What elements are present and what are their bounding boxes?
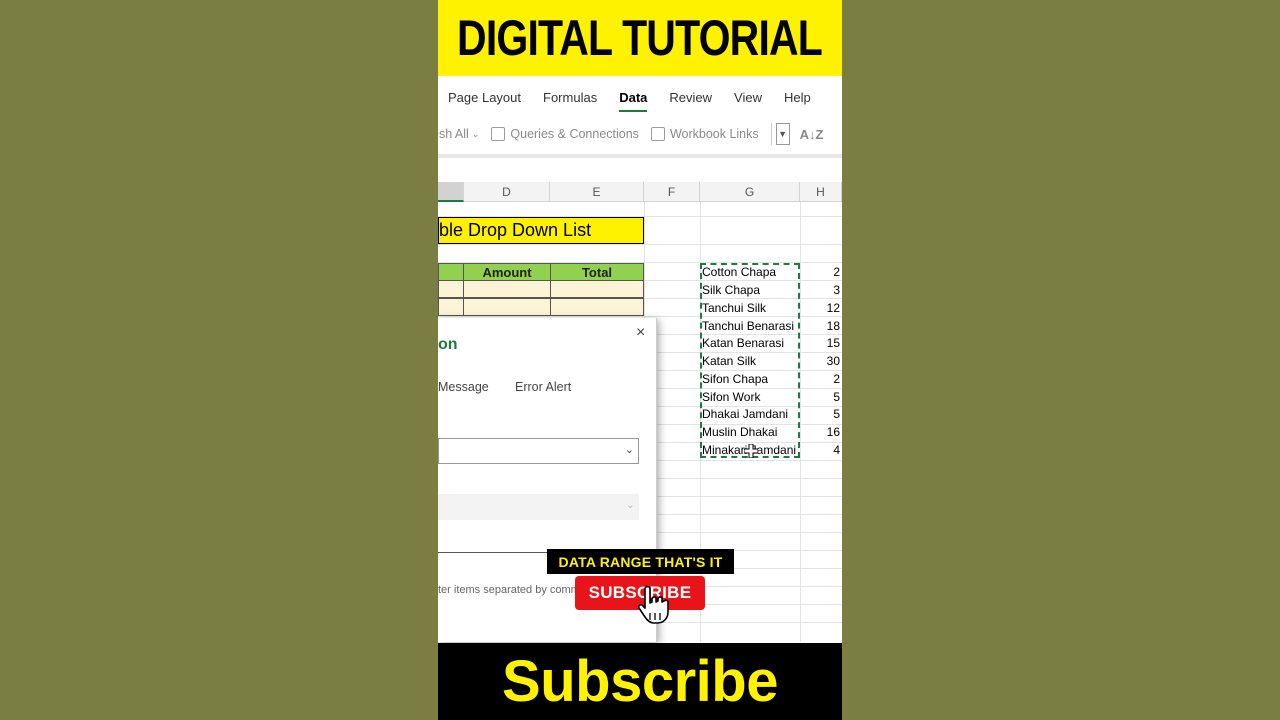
copy-selection-outline bbox=[700, 263, 800, 458]
chevron-down-icon: ▼ bbox=[778, 129, 788, 139]
table-cell[interactable] bbox=[463, 298, 551, 316]
more-options-dropdown[interactable]: ▼ bbox=[775, 123, 790, 145]
ribbon-divider bbox=[438, 154, 842, 158]
dialog-title: on bbox=[438, 336, 458, 353]
refresh-all-button[interactable]: esh All ⌄ bbox=[438, 127, 479, 141]
allow-select[interactable]: ⌄ bbox=[438, 438, 639, 464]
chevron-down-icon: ⌄ bbox=[625, 499, 635, 511]
cell-cursor-icon bbox=[744, 444, 758, 458]
tab-data[interactable]: Data bbox=[619, 90, 648, 112]
value-cell[interactable]: 5 bbox=[800, 388, 842, 406]
bottom-banner: Subscribe bbox=[438, 643, 842, 720]
column-header-h[interactable]: H bbox=[800, 182, 842, 202]
source-hint: ter items separated by comm bbox=[438, 584, 580, 596]
value-cell[interactable]: 3 bbox=[800, 281, 842, 299]
tab-error-alert[interactable]: Error Alert bbox=[515, 380, 571, 394]
value-cell[interactable]: 2 bbox=[800, 263, 842, 281]
workbook-links-button[interactable]: Workbook Links bbox=[650, 127, 759, 141]
data-select[interactable]: ⌄ bbox=[438, 494, 639, 520]
column-header-g[interactable]: G bbox=[700, 182, 800, 202]
tab-view[interactable]: View bbox=[734, 90, 762, 105]
video-caption: DATA RANGE THAT'S IT bbox=[547, 549, 734, 574]
column-header-c[interactable] bbox=[438, 182, 464, 202]
sheet-title-cell[interactable]: ble Drop Down List bbox=[438, 217, 644, 244]
sort-az-icon[interactable]: A↓Z bbox=[800, 127, 824, 142]
value-cell[interactable]: 5 bbox=[800, 405, 842, 423]
video-caption-text: DATA RANGE THAT'S IT bbox=[558, 553, 723, 570]
queries-connections-button[interactable]: Queries & Connections bbox=[491, 127, 639, 141]
pointer-hand-icon bbox=[637, 585, 669, 624]
header-cell-c[interactable] bbox=[438, 263, 464, 281]
value-cell[interactable]: 2 bbox=[800, 370, 842, 388]
header-cell-total[interactable]: Total bbox=[550, 263, 644, 281]
table-cell[interactable] bbox=[550, 298, 644, 316]
tab-review[interactable]: Review bbox=[669, 90, 712, 105]
toolbar-separator bbox=[770, 123, 772, 145]
column-header-e[interactable]: E bbox=[550, 182, 644, 202]
ribbon-tabs: Page Layout Formulas Data Review View He… bbox=[438, 80, 842, 114]
table-cell[interactable] bbox=[438, 280, 464, 298]
value-cell[interactable]: 16 bbox=[800, 423, 842, 441]
column-header-d[interactable]: D bbox=[464, 182, 550, 202]
header-cell-amount[interactable]: Amount bbox=[463, 263, 551, 281]
right-background bbox=[842, 0, 1280, 720]
sheet-title-text: ble Drop Down List bbox=[439, 220, 592, 240]
value-cell[interactable]: 12 bbox=[800, 299, 842, 317]
workbook-links-label: Workbook Links bbox=[669, 127, 759, 141]
top-banner: DIGITAL TUTORIAL bbox=[438, 0, 842, 76]
bottom-banner-text: Subscribe bbox=[502, 649, 778, 714]
table-cell[interactable] bbox=[463, 280, 551, 298]
top-banner-text: DIGITAL TUTORIAL bbox=[457, 10, 824, 66]
tab-help[interactable]: Help bbox=[784, 90, 811, 105]
left-background bbox=[0, 0, 438, 720]
queries-icon bbox=[491, 127, 506, 141]
queries-label: Queries & Connections bbox=[510, 127, 639, 141]
value-cell[interactable]: 15 bbox=[800, 334, 842, 352]
table-cell[interactable] bbox=[438, 298, 464, 316]
value-cell[interactable]: 18 bbox=[800, 317, 842, 335]
refresh-all-label: esh All bbox=[438, 127, 469, 141]
value-cell[interactable]: 30 bbox=[800, 352, 842, 370]
tab-input-message[interactable]: Message bbox=[438, 380, 489, 394]
table-cell[interactable] bbox=[550, 280, 644, 298]
chevron-down-icon: ⌄ bbox=[471, 128, 480, 139]
value-cell[interactable]: 4 bbox=[800, 441, 842, 459]
column-header-f[interactable]: F bbox=[644, 182, 700, 202]
tab-page-layout[interactable]: Page Layout bbox=[448, 90, 521, 105]
chevron-down-icon: ⌄ bbox=[624, 444, 634, 456]
video-frame: DIGITAL TUTORIAL Page Layout Formulas Da… bbox=[438, 0, 842, 720]
tab-formulas[interactable]: Formulas bbox=[543, 90, 597, 105]
close-icon[interactable]: × bbox=[636, 324, 645, 342]
ribbon-toolbar: esh All ⌄ Queries & Connections Workbook… bbox=[438, 118, 842, 150]
workbook-links-icon bbox=[650, 127, 665, 141]
